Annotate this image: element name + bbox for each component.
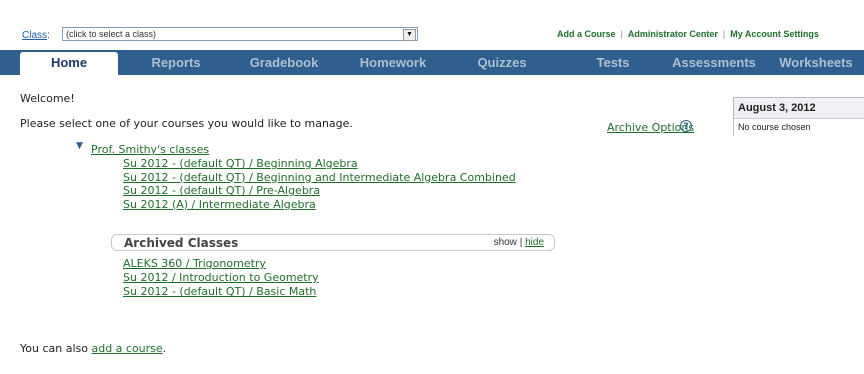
- top-links: Add a Course | Administrator Center | My Acc…: [557, 29, 819, 39]
- tab-gradebook[interactable]: Gradebook: [232, 50, 336, 75]
- course-list: Su 2012 - (default QT) / Beginning Algeb…: [123, 157, 516, 211]
- tab-tests[interactable]: Tests: [568, 50, 658, 75]
- archived-class-link[interactable]: ALEKS 360 / Trigonometry: [123, 257, 319, 271]
- footer-text: You can also add a course.: [20, 342, 167, 355]
- hide-link[interactable]: hide: [525, 237, 544, 248]
- archived-class-link[interactable]: Su 2012 / Introduction to Geometry: [123, 271, 319, 285]
- course-link[interactable]: Su 2012 - (default QT) / Pre-Algebra: [123, 184, 516, 198]
- tab-home[interactable]: Home: [20, 52, 118, 75]
- class-label: Class:: [22, 30, 50, 41]
- account-settings-link[interactable]: My Account Settings: [730, 29, 819, 39]
- welcome-text: Welcome!: [20, 92, 75, 105]
- class-select-value: (click to select a class): [66, 29, 157, 39]
- tab-assessments[interactable]: Assessments: [662, 50, 766, 75]
- main-nav: Home Reports Gradebook Homework Quizzes …: [0, 50, 864, 75]
- show-hide-toggle: show | hide: [493, 237, 544, 248]
- dropdown-arrow-icon[interactable]: ▼: [403, 29, 416, 41]
- tab-homework[interactable]: Homework: [342, 50, 444, 75]
- tab-reports[interactable]: Reports: [128, 50, 224, 75]
- help-icon[interactable]: ?: [680, 120, 692, 132]
- add-course-footer-link[interactable]: add a course: [91, 342, 162, 355]
- course-link[interactable]: Su 2012 - (default QT) / Beginning Algeb…: [123, 157, 516, 171]
- show-label[interactable]: show: [494, 237, 517, 248]
- top-bar: Class: (click to select a class) ▼ Add a…: [0, 0, 864, 50]
- date-panel: August 3, 2012 No course chosen: [733, 97, 864, 136]
- add-course-link[interactable]: Add a Course: [557, 29, 616, 39]
- course-status: No course chosen: [738, 122, 811, 132]
- class-link[interactable]: Class: [22, 30, 47, 41]
- expand-triangle-icon[interactable]: ▼: [76, 141, 83, 151]
- archived-class-link[interactable]: Su 2012 - (default QT) / Basic Math: [123, 285, 319, 299]
- instruction-text: Please select one of your courses you wo…: [20, 117, 353, 130]
- administrator-center-link[interactable]: Administrator Center: [628, 29, 718, 39]
- archived-classes-header: Archived Classes show | hide: [111, 234, 555, 251]
- class-select[interactable]: (click to select a class) ▼: [62, 27, 418, 41]
- group-title-link[interactable]: Prof. Smithy's classes: [91, 143, 209, 156]
- course-link[interactable]: Su 2012 (A) / Intermediate Algebra: [123, 198, 516, 212]
- date-header: August 3, 2012: [734, 98, 864, 119]
- archived-classes-title: Archived Classes: [124, 236, 239, 250]
- tab-worksheets[interactable]: Worksheets: [768, 50, 864, 75]
- tab-quizzes[interactable]: Quizzes: [456, 50, 548, 75]
- archived-class-list: ALEKS 360 / Trigonometry Su 2012 / Intro…: [123, 257, 319, 299]
- course-link[interactable]: Su 2012 - (default QT) / Beginning and I…: [123, 171, 516, 185]
